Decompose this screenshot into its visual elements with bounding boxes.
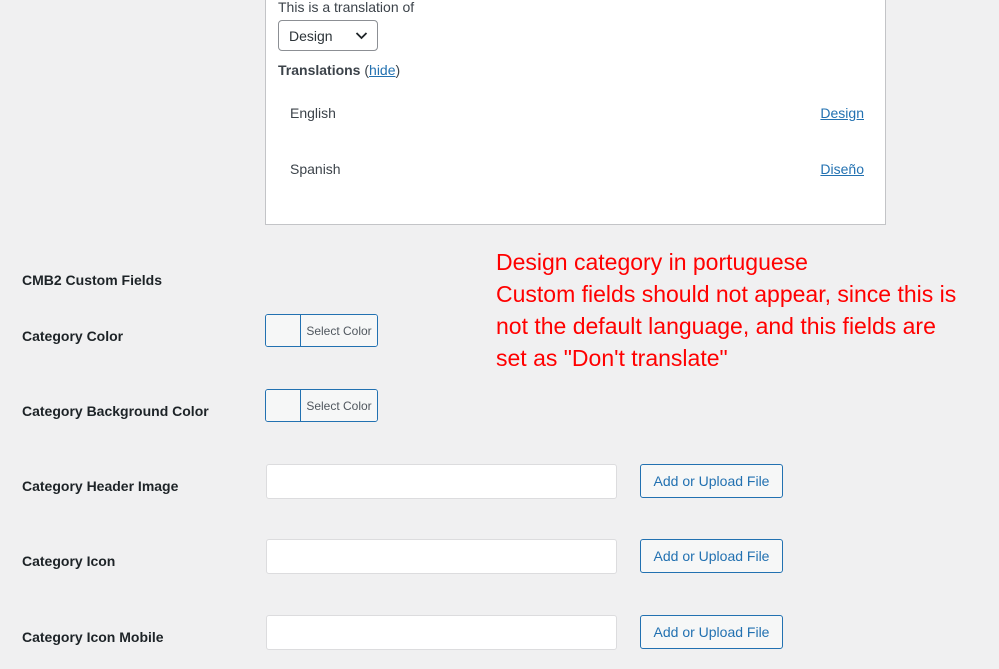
category-header-image-input[interactable] <box>266 464 617 499</box>
field-label-category-background-color: Category Background Color <box>22 403 209 419</box>
translation-of-select-value: Design <box>289 27 333 44</box>
translation-of-select[interactable]: Design <box>278 20 378 51</box>
translation-row-english: English Design <box>290 103 864 123</box>
category-icon-input[interactable] <box>266 539 617 574</box>
color-swatch <box>266 315 301 346</box>
field-label-category-color: Category Color <box>22 328 124 344</box>
field-label-category-header-image: Category Header Image <box>22 478 179 494</box>
translations-panel: This is a translation of Design Translat… <box>265 0 886 225</box>
translation-of-label: This is a translation of <box>278 0 415 15</box>
field-label-category-icon-mobile: Category Icon Mobile <box>22 629 164 645</box>
translations-heading: Translations (hide) <box>278 62 401 78</box>
field-label-category-icon: Category Icon <box>22 553 116 569</box>
category-color-picker-button[interactable]: Select Color <box>265 314 378 347</box>
hide-link[interactable]: hide <box>369 62 395 78</box>
translation-row-spanish: Spanish Diseño <box>290 159 864 179</box>
translation-term-link[interactable]: Diseño <box>820 159 864 179</box>
color-swatch <box>266 390 301 421</box>
category-icon-upload-button[interactable]: Add or Upload File <box>640 539 783 573</box>
translations-heading-text: Translations <box>278 62 361 78</box>
annotation-line: Design category in portuguese <box>496 249 808 275</box>
category-icon-mobile-input[interactable] <box>266 615 617 650</box>
chevron-down-icon <box>355 32 368 40</box>
category-header-image-upload-button[interactable]: Add or Upload File <box>640 464 783 498</box>
annotation-line: Custom fields should not appear, since t… <box>496 281 957 307</box>
translation-term-link[interactable]: Design <box>820 103 864 123</box>
annotation-line: set as "Don't translate" <box>496 345 728 371</box>
section-title: CMB2 Custom Fields <box>22 272 163 288</box>
page: This is a translation of Design Translat… <box>0 0 999 669</box>
translation-language: English <box>290 105 336 121</box>
annotation-line: not the default language, and this field… <box>496 313 936 339</box>
translation-language: Spanish <box>290 161 341 177</box>
select-color-label: Select Color <box>301 390 377 421</box>
category-background-color-picker-button[interactable]: Select Color <box>265 389 378 422</box>
annotation-note: Design category in portuguese Custom fie… <box>496 246 991 374</box>
select-color-label: Select Color <box>301 315 377 346</box>
category-icon-mobile-upload-button[interactable]: Add or Upload File <box>640 615 783 649</box>
